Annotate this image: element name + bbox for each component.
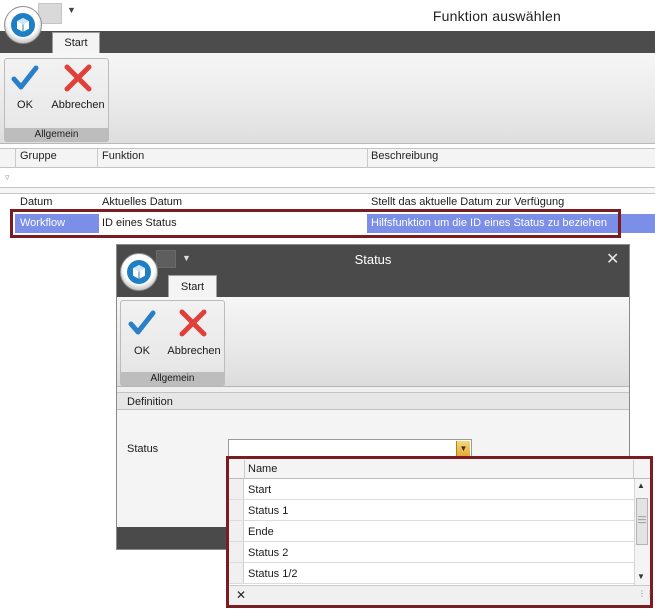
- dropdown-footer: [229, 585, 650, 605]
- ok-checkmark-icon[interactable]: [128, 308, 156, 341]
- list-item[interactable]: [244, 563, 634, 584]
- window-title: Funktion auswählen: [432, 8, 561, 24]
- app-menu-button[interactable]: [120, 253, 158, 291]
- cancel-x-icon[interactable]: [63, 63, 93, 96]
- scroll-up-icon[interactable]: ▲: [637, 481, 645, 490]
- cancel-button[interactable]: Abbrechen: [50, 99, 106, 111]
- row-selector[interactable]: [229, 500, 244, 521]
- clear-icon[interactable]: ✕: [236, 588, 246, 602]
- dropdown-header: [229, 459, 650, 479]
- section-label: Definition: [127, 396, 173, 408]
- filter-icon[interactable]: ▿: [5, 172, 10, 183]
- column-separator: [633, 460, 634, 479]
- grip-icon: — — —: [638, 512, 646, 527]
- column-separator: [97, 149, 98, 168]
- cube-icon: [127, 260, 151, 284]
- tab-start[interactable]: Start: [168, 275, 217, 298]
- column-header-beschreibung[interactable]: Beschreibung: [371, 150, 438, 162]
- grid-separator: [0, 188, 655, 194]
- cell-gruppe[interactable]: Datum: [20, 196, 52, 208]
- row-highlight-outline: [10, 209, 621, 238]
- quick-access-dropdown-icon[interactable]: ▼: [67, 5, 76, 15]
- list-item[interactable]: [244, 542, 634, 563]
- cell-funktion[interactable]: Aktuelles Datum: [102, 196, 182, 208]
- row-selector[interactable]: [229, 542, 244, 563]
- list-item-label[interactable]: Start: [248, 484, 271, 496]
- app-menu-button[interactable]: [4, 6, 42, 44]
- row-selector[interactable]: [229, 521, 244, 542]
- list-item[interactable]: [244, 521, 634, 542]
- row-selector[interactable]: [229, 479, 244, 500]
- cell-beschreibung[interactable]: Stellt das aktuelle Datum zur Verfügung: [371, 196, 564, 208]
- list-item[interactable]: [244, 500, 634, 521]
- tab-start[interactable]: Start: [52, 32, 100, 54]
- row-selector[interactable]: [229, 563, 244, 584]
- grid-filter-row[interactable]: [0, 168, 655, 188]
- dialog-title: Status: [354, 252, 392, 267]
- ok-button[interactable]: OK: [10, 99, 40, 111]
- column-header-gruppe[interactable]: Gruppe: [20, 150, 57, 162]
- scroll-down-icon[interactable]: ▼: [637, 572, 645, 581]
- list-item-label[interactable]: Status 1/2: [248, 568, 298, 580]
- column-separator: [367, 149, 368, 168]
- cancel-x-icon[interactable]: [178, 308, 208, 341]
- column-header-funktion[interactable]: Funktion: [102, 150, 144, 162]
- close-icon[interactable]: ✕: [606, 249, 619, 269]
- list-item-label[interactable]: Status 1: [248, 505, 288, 517]
- column-separator: [15, 149, 16, 168]
- grid-header: [0, 148, 655, 168]
- column-header-name[interactable]: Name: [248, 463, 277, 475]
- ribbon-group-label: Allgemein: [4, 128, 109, 142]
- dropdown-arrow-icon[interactable]: ▼: [456, 441, 470, 457]
- list-item-label[interactable]: Status 2: [248, 547, 288, 559]
- cancel-button[interactable]: Abbrechen: [166, 345, 222, 357]
- section-header: [117, 392, 629, 410]
- resize-grip-icon[interactable]: ⋮⋮: [638, 590, 654, 598]
- list-item[interactable]: [244, 479, 634, 500]
- ribbon-group-label: Allgemein: [120, 372, 225, 386]
- ok-button[interactable]: OK: [126, 345, 158, 357]
- cube-icon: [11, 13, 35, 37]
- list-item-label[interactable]: Ende: [248, 526, 274, 538]
- status-field-label: Status: [127, 443, 159, 455]
- ok-checkmark-icon[interactable]: [11, 63, 39, 96]
- column-separator: [244, 460, 245, 479]
